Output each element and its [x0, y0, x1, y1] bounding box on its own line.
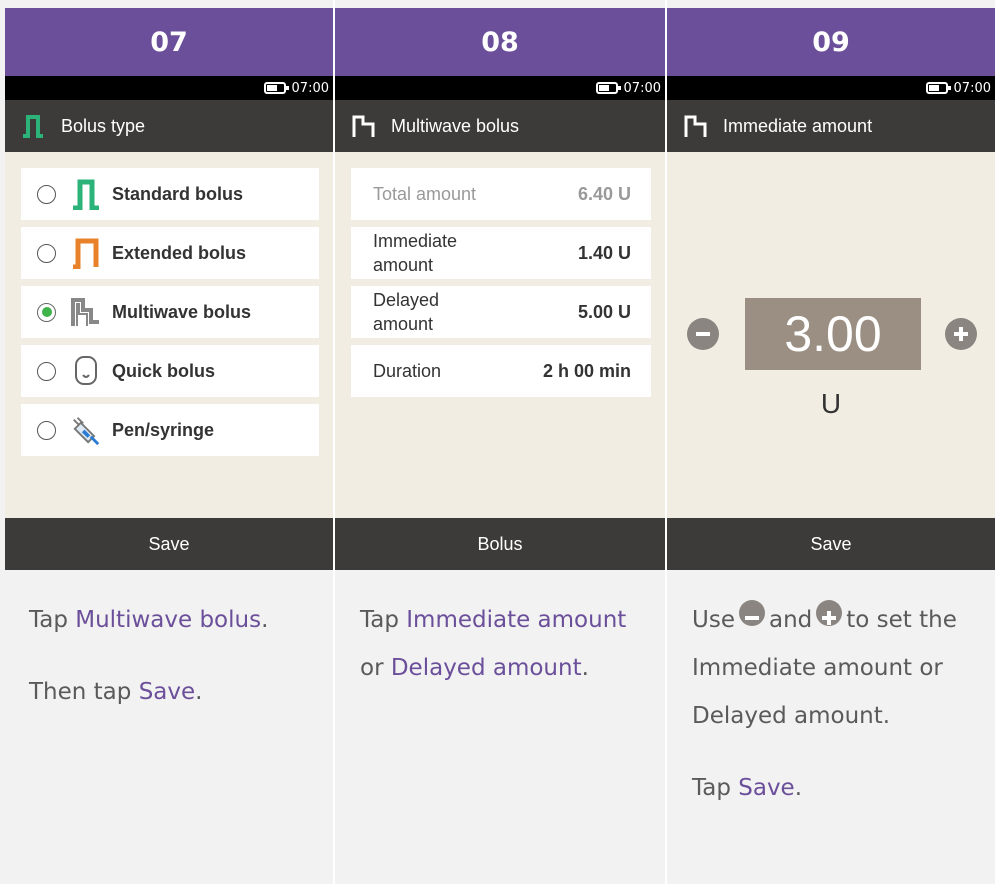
device-screen: 07:00 Multiwave bolus Total amount 6.40 …	[335, 76, 665, 570]
status-bar: 07:00	[5, 76, 333, 100]
radio-button[interactable]	[37, 243, 56, 263]
row-label: Duration	[373, 361, 442, 381]
step-number: 09	[667, 8, 995, 76]
radio-button[interactable]	[37, 184, 56, 204]
row-label: Delayed amount	[373, 290, 440, 334]
instr-link-immediate: Immediate amount	[406, 607, 627, 633]
row-label: Total amount	[373, 184, 477, 204]
save-button[interactable]: Save	[5, 518, 333, 570]
status-bar: 07:00	[667, 76, 995, 100]
step-number: 07	[5, 8, 333, 76]
multiwave-settings: Total amount 6.40 U Immediate amount 1.4…	[335, 152, 665, 518]
row-value: 1.40 U	[577, 242, 631, 263]
option-label: Multiwave bolus	[112, 301, 252, 322]
amount-unit: U	[820, 388, 842, 419]
extended-bolus-icon	[70, 236, 102, 270]
row-delayed-amount[interactable]: Delayed amount 5.00 U	[351, 286, 651, 338]
device-screen: 07:00 Immediate amount 3.00 U Save	[667, 76, 995, 570]
screen-title: Immediate amount	[723, 115, 873, 136]
standard-bolus-icon	[21, 113, 51, 139]
syringe-icon	[70, 413, 102, 447]
status-time: 07:00	[623, 80, 661, 96]
instruction-line: Tap Immediate amount or Delayed amount.	[360, 596, 655, 692]
option-extended-bolus[interactable]: Extended bolus	[21, 227, 319, 279]
row-value: 5.00 U	[577, 301, 631, 322]
instr-text: .	[581, 655, 589, 681]
title-bar: Immediate amount	[667, 100, 995, 152]
instr-text: Then tap	[29, 679, 132, 705]
status-time: 07:00	[953, 80, 991, 96]
quick-bolus-icon	[70, 354, 102, 388]
instructions: Tap Multiwave bolus. Then tap Save.	[29, 596, 323, 740]
battery-icon	[263, 82, 289, 94]
instr-link-delayed: Delayed amount	[390, 655, 582, 681]
instr-link-multiwave: Multiwave bolus	[75, 607, 262, 633]
row-duration[interactable]: Duration 2 h 00 min	[351, 345, 651, 397]
option-label: Extended bolus	[112, 242, 247, 263]
minus-icon[interactable]	[687, 318, 719, 350]
instr-text: Use	[692, 607, 735, 633]
radio-button[interactable]	[37, 361, 56, 381]
save-button[interactable]: Save	[667, 518, 995, 570]
device-screen: 07:00 Bolus type Standard bolus Extended…	[5, 76, 333, 570]
bolus-button[interactable]: Bolus	[335, 518, 665, 570]
instruction-line: Use and to set the Immediate amount or Del…	[692, 596, 985, 740]
amount-value: 3.00	[745, 298, 921, 370]
amount-editor: 3.00 U	[667, 152, 995, 518]
instr-text: Tap	[29, 607, 68, 633]
instr-text: .	[794, 775, 803, 801]
instr-text: or	[360, 655, 384, 681]
bolus-type-list: Standard bolus Extended bolus Multiwave …	[5, 152, 333, 518]
instruction-line: Tap Save.	[692, 764, 985, 812]
row-immediate-amount[interactable]: Immediate amount 1.40 U	[351, 227, 651, 279]
multiwave-bolus-icon	[683, 113, 713, 139]
plus-icon	[816, 600, 843, 626]
instr-text: to	[846, 607, 870, 633]
option-quick-bolus[interactable]: Quick bolus	[21, 345, 319, 397]
instr-text: Tap	[360, 607, 399, 633]
option-label: Standard bolus	[112, 183, 244, 204]
step-column-07: 07 07:00 Bolus type Standard bolus Exten…	[0, 0, 333, 884]
instr-text: .	[195, 679, 203, 705]
multiwave-bolus-icon	[70, 295, 102, 329]
option-label: Pen/syringe	[112, 419, 215, 440]
battery-icon	[595, 82, 621, 94]
instructions: Tap Immediate amount or Delayed amount.	[360, 596, 655, 716]
option-label: Quick bolus	[112, 360, 216, 381]
instruction-line: Then tap Save.	[29, 668, 323, 716]
row-value: 2 h 00 min	[542, 360, 631, 381]
row-label: Immediate amount	[373, 231, 458, 275]
row-total-amount: Total amount 6.40 U	[351, 168, 651, 220]
instructions: Use and to set the Immediate amount or Del…	[692, 596, 985, 836]
screen-title: Multiwave bolus	[391, 115, 520, 136]
plus-icon[interactable]	[945, 318, 977, 350]
amount-stepper: 3.00	[667, 298, 995, 370]
instr-text: Tap	[692, 775, 731, 801]
instr-link-save: Save	[138, 679, 196, 705]
instr-text: .	[261, 607, 269, 633]
instruction-line: Tap Multiwave bolus.	[29, 596, 323, 644]
title-bar: Bolus type	[5, 100, 333, 152]
minus-icon	[738, 600, 765, 626]
option-pen-syringe[interactable]: Pen/syringe	[21, 404, 319, 456]
instr-link-save: Save	[738, 775, 795, 801]
instr-text: and	[768, 607, 813, 633]
radio-button[interactable]	[37, 420, 56, 440]
step-column-08: 08 07:00 Multiwave bolus Total amount 6.…	[335, 0, 665, 884]
step-number: 08	[335, 8, 665, 76]
option-standard-bolus[interactable]: Standard bolus	[21, 168, 319, 220]
title-bar: Multiwave bolus	[335, 100, 665, 152]
battery-icon	[925, 82, 951, 94]
option-multiwave-bolus[interactable]: Multiwave bolus	[21, 286, 319, 338]
step-column-09: 09 07:00 Immediate amount 3.00 U Save Us…	[667, 0, 995, 884]
standard-bolus-icon	[70, 177, 102, 211]
row-value: 6.40 U	[577, 183, 631, 204]
status-time: 07:00	[291, 80, 329, 96]
status-bar: 07:00	[335, 76, 665, 100]
radio-button-selected[interactable]	[37, 302, 56, 322]
multiwave-bolus-icon	[351, 113, 381, 139]
screen-title: Bolus type	[61, 115, 146, 136]
